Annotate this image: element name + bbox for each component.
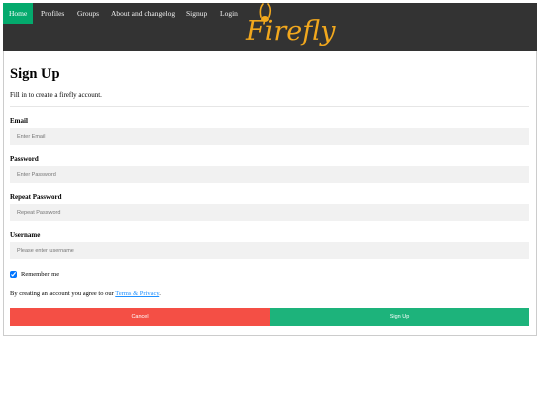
cancel-button[interactable]: Cancel — [10, 308, 270, 326]
terms-privacy-link[interactable]: Terms & Privacy — [115, 290, 159, 297]
signup-button[interactable]: Sign Up — [270, 308, 529, 326]
email-label: Email — [10, 117, 28, 125]
username-label: Username — [10, 231, 41, 239]
nav-groups[interactable]: Groups — [71, 3, 105, 24]
nav-about-changelog[interactable]: About and changelog — [105, 3, 181, 24]
terms-suffix: . — [159, 290, 161, 297]
terms-prefix: By creating an account you agree to our — [10, 290, 114, 297]
email-field[interactable] — [10, 128, 529, 145]
nav-signup[interactable]: Signup — [180, 3, 213, 24]
remember-me[interactable]: Remember me — [10, 269, 59, 279]
password-label: Password — [10, 155, 39, 163]
remember-me-checkbox[interactable] — [10, 270, 17, 278]
username-field[interactable] — [10, 242, 529, 259]
nav-home[interactable]: Home — [3, 3, 34, 24]
terms-text: By creating an account you agree to our … — [10, 290, 161, 297]
password-field[interactable] — [10, 166, 529, 183]
navbar: Home Profiles Groups About and changelog… — [3, 3, 537, 51]
nav-profiles[interactable]: Profiles — [35, 3, 70, 24]
nav-login[interactable]: Login — [214, 3, 244, 24]
repeat-password-label: Repeat Password — [10, 193, 62, 201]
divider — [10, 106, 529, 107]
page-title: Sign Up — [10, 66, 60, 82]
page-subtitle: Fill in to create a firefly account. — [10, 91, 102, 99]
repeat-password-field[interactable] — [10, 204, 529, 221]
firefly-logo[interactable]: Firefly — [245, 3, 337, 51]
remember-me-label: Remember me — [21, 270, 60, 278]
logo-text: Firefly — [245, 16, 336, 47]
